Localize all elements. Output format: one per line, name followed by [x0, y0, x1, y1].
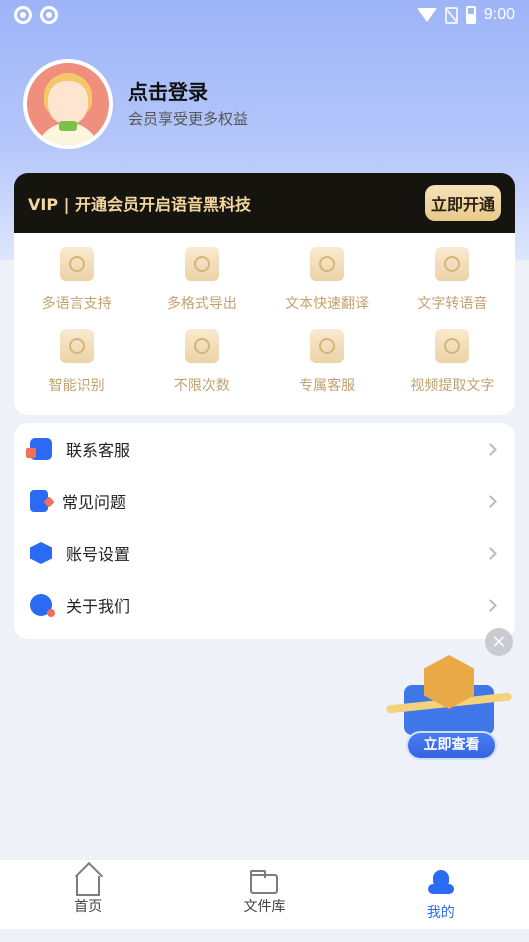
account-settings-icon — [30, 542, 52, 564]
notification-icon — [40, 6, 58, 24]
menu-item-label: 关于我们 — [66, 597, 131, 616]
person-icon — [427, 870, 455, 896]
chevron-right-icon — [484, 494, 497, 508]
settings-menu: 联系客服 常见问题 账号设置 关于我们 — [14, 423, 515, 639]
menu-item-label: 常见问题 — [62, 493, 127, 512]
microphone-icon — [435, 247, 470, 281]
vip-banner[interactable]: VIP | 开通会员开启语音黑科技 立即开通 — [14, 173, 515, 233]
translate-icon — [310, 247, 345, 281]
feature-label: 不限次数 — [173, 378, 230, 394]
menu-item-label: 联系客服 — [66, 441, 131, 460]
bottom-nav: 首页 文件库 我的 — [0, 859, 529, 929]
menu-item-faq[interactable]: 常见问题 — [14, 475, 515, 527]
view-now-button[interactable]: 立即查看 — [406, 731, 497, 760]
feature-multi-format-export: 多格式导出 — [139, 247, 264, 329]
feature-translate: 文本快速翻译 — [265, 247, 390, 329]
feature-label: 多语言支持 — [41, 296, 112, 312]
headset-icon — [310, 329, 345, 363]
feature-text-to-speech: 文字转语音 — [390, 247, 515, 329]
folder-icon — [250, 870, 279, 894]
feature-unlimited: 不限次数 — [139, 329, 264, 407]
notification-icon — [14, 6, 32, 24]
vip-gift-illustration[interactable] — [385, 655, 513, 735]
scan-target-icon — [59, 329, 94, 363]
chevron-right-icon — [484, 546, 497, 560]
feature-label: 专属客服 — [299, 378, 356, 394]
nav-file-library[interactable]: 文件库 — [176, 860, 352, 929]
menu-item-contact-service[interactable]: 联系客服 — [14, 423, 515, 475]
video-icon — [435, 329, 470, 363]
member-benefits-text: 会员享受更多权益 — [128, 110, 249, 128]
menu-item-label: 账号设置 — [66, 545, 131, 564]
feature-multi-language: 多语言支持 — [14, 247, 139, 329]
feature-exclusive-service: 专属客服 — [265, 329, 390, 407]
faq-icon — [30, 490, 48, 512]
nav-label: 我的 — [426, 905, 455, 921]
nav-label: 首页 — [74, 899, 103, 915]
close-promo-button[interactable]: × — [485, 628, 513, 656]
feature-label: 多格式导出 — [166, 296, 237, 312]
feature-video-extract: 视频提取文字 — [390, 329, 515, 407]
status-bar: 9:00 — [0, 0, 529, 30]
login-prompt[interactable]: 点击登录 — [128, 76, 208, 105]
folder-export-icon — [184, 247, 219, 281]
menu-item-about-us[interactable]: 关于我们 — [14, 579, 515, 631]
info-icon — [30, 594, 55, 617]
nav-home[interactable]: 首页 — [0, 860, 176, 929]
customer-service-icon — [26, 438, 52, 460]
wifi-icon — [416, 8, 437, 22]
home-icon — [76, 876, 101, 896]
chevron-right-icon — [484, 442, 497, 456]
vip-features-grid: 多语言支持 多格式导出 文本快速翻译 文字转语音 智能识别 不限次数 专属客服 … — [14, 233, 515, 415]
chevron-right-icon — [484, 598, 497, 612]
avatar[interactable] — [23, 59, 113, 149]
feature-smart-recognition: 智能识别 — [14, 329, 139, 407]
vip-banner-text: VIP | 开通会员开启语音黑科技 — [28, 195, 252, 214]
clock: 9:00 — [483, 6, 515, 23]
feature-label: 智能识别 — [48, 378, 105, 394]
menu-item-account-settings[interactable]: 账号设置 — [14, 527, 515, 579]
no-sim-icon — [444, 6, 458, 24]
feature-label: 文本快速翻译 — [285, 296, 370, 312]
nav-mine[interactable]: 我的 — [353, 860, 529, 929]
battery-icon — [465, 6, 476, 24]
open-vip-button[interactable]: 立即开通 — [424, 185, 501, 221]
feature-label: 文字转语音 — [417, 296, 488, 312]
feature-label: 视频提取文字 — [410, 378, 495, 394]
infinity-icon — [184, 329, 219, 363]
nav-label: 文件库 — [243, 899, 286, 915]
en-doc-icon — [59, 247, 94, 281]
